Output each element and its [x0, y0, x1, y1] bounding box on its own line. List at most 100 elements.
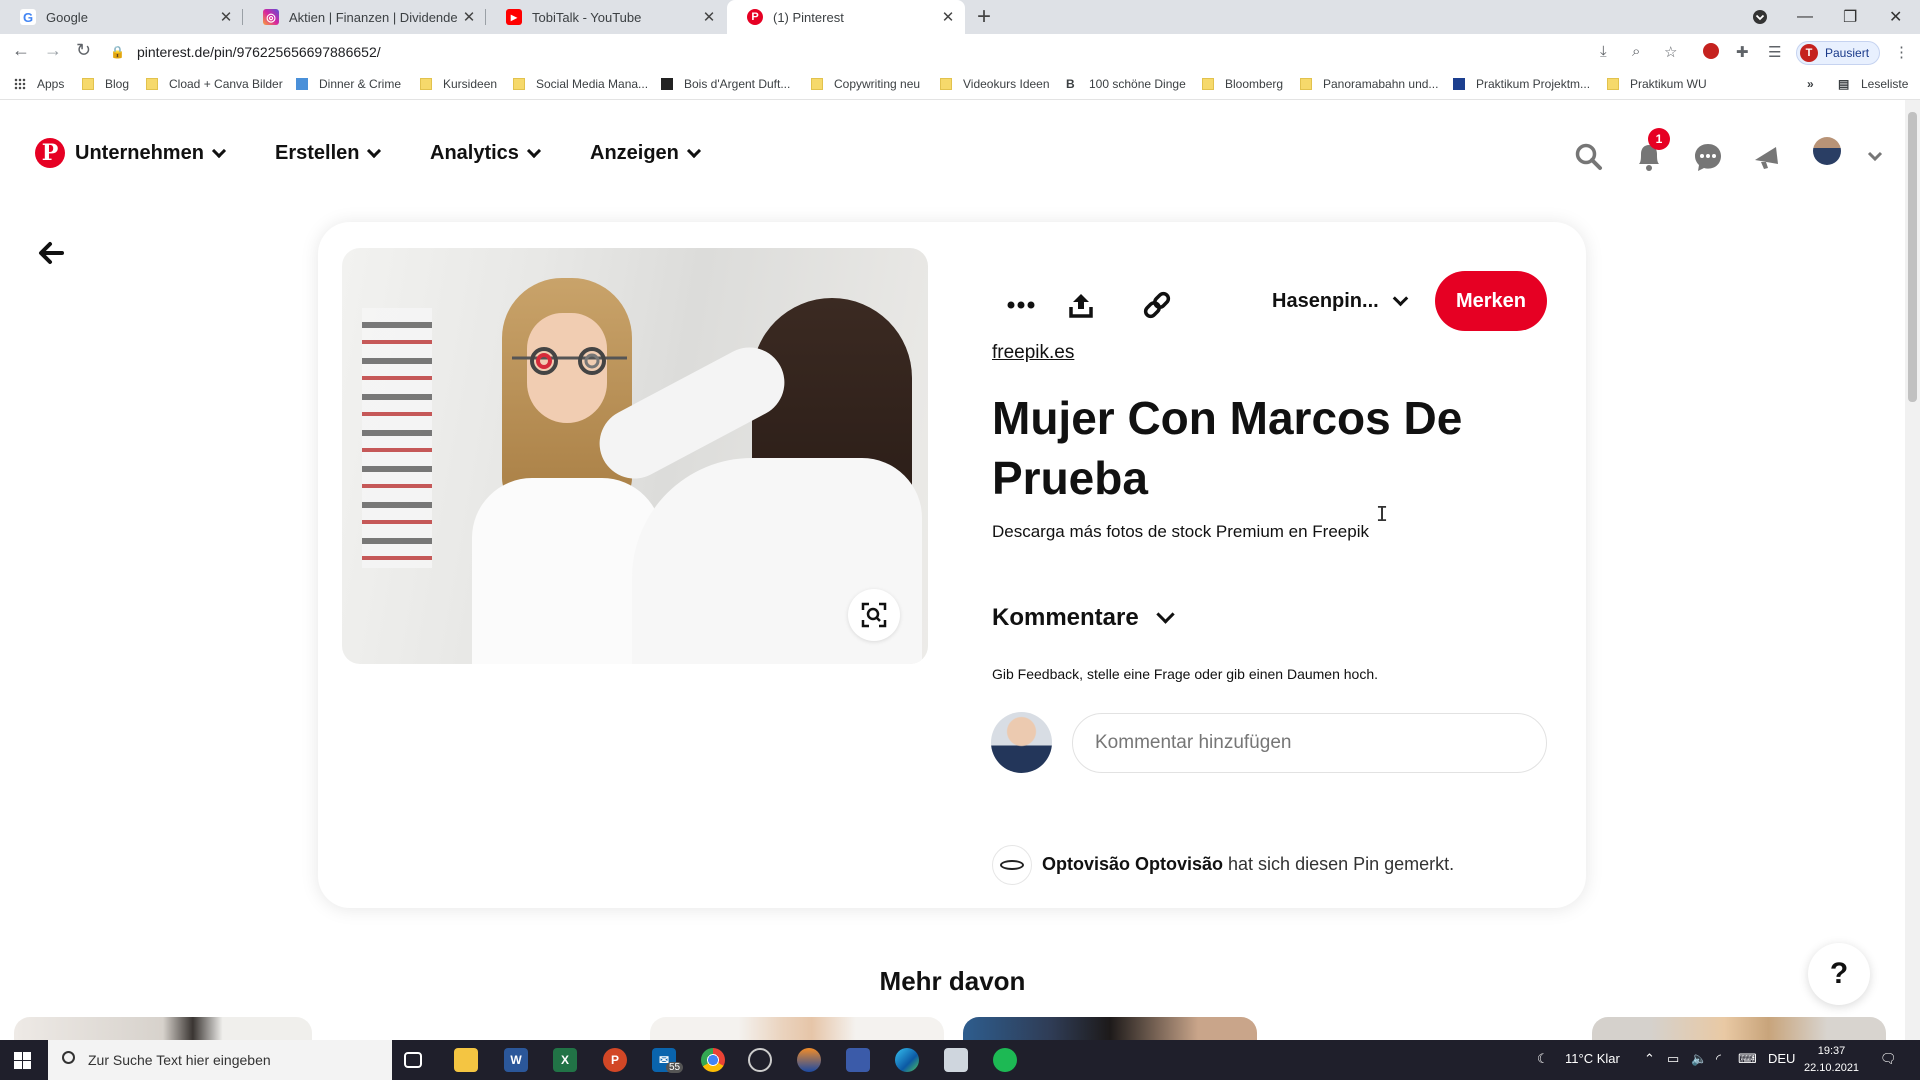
- saver-name[interactable]: Optovisão Optovisão: [1042, 854, 1223, 874]
- task-view-icon[interactable]: [404, 1052, 422, 1068]
- windows-start-icon[interactable]: [14, 1052, 31, 1074]
- bookmark-100-dinge[interactable]: B 100 schöne Dinge: [1066, 77, 1186, 91]
- board-name: Hasenpin...: [1272, 290, 1379, 312]
- share-button[interactable]: [1061, 285, 1101, 325]
- copy-link-button[interactable]: [1137, 285, 1177, 325]
- help-button[interactable]: ?: [1808, 943, 1870, 1005]
- reload-icon[interactable]: ↻: [76, 40, 91, 61]
- scrollbar-thumb[interactable]: [1908, 112, 1917, 402]
- firefox-icon[interactable]: [797, 1048, 821, 1072]
- back-nav-icon[interactable]: ←: [12, 40, 30, 61]
- reading-list-icon[interactable]: ☰: [1768, 43, 1781, 61]
- taskbar-clock[interactable]: 19:37 22.10.2021: [1804, 1043, 1859, 1077]
- bookmark-bois-dargent[interactable]: Bois d'Argent Duft...: [661, 77, 790, 91]
- extensions-puzzle-icon[interactable]: ✚: [1736, 43, 1749, 61]
- notification-center-icon[interactable]: 🗨: [1880, 1051, 1897, 1067]
- profile-button[interactable]: T Pausiert: [1796, 41, 1881, 65]
- bookmark-apps[interactable]: Apps: [14, 77, 64, 91]
- related-pin-thumb[interactable]: [650, 1017, 944, 1041]
- source-link[interactable]: freepik.es: [992, 342, 1074, 364]
- edge-icon[interactable]: [895, 1048, 919, 1072]
- close-tab-icon[interactable]: ✕: [458, 8, 480, 26]
- tab-youtube[interactable]: ▶ TobiTalk - YouTube ✕: [486, 0, 726, 34]
- tray-chevron-up-icon[interactable]: ⌃: [1644, 1051, 1655, 1067]
- url-text[interactable]: pinterest.de/pin/976225656697886652/: [137, 44, 381, 60]
- tab-pinterest[interactable]: P (1) Pinterest ✕: [727, 0, 965, 34]
- tab-search-button[interactable]: [1752, 0, 1768, 34]
- file-explorer-icon[interactable]: [454, 1048, 478, 1072]
- user-avatar[interactable]: [1813, 137, 1841, 165]
- bookmark-social-media[interactable]: Social Media Mana...: [513, 77, 648, 91]
- nav-erstellen[interactable]: Erstellen: [275, 142, 382, 165]
- comment-input[interactable]: [1072, 713, 1547, 773]
- nav-anzeigen[interactable]: Anzeigen: [590, 142, 701, 165]
- back-arrow-icon[interactable]: [36, 238, 66, 268]
- close-tab-icon[interactable]: ✕: [215, 8, 237, 26]
- word-icon[interactable]: W: [504, 1048, 528, 1072]
- input-language[interactable]: DEU: [1768, 1051, 1795, 1066]
- volume-icon[interactable]: 🔈: [1691, 1051, 1707, 1067]
- close-window-button[interactable]: ✕: [1889, 0, 1902, 34]
- chrome-icon[interactable]: [701, 1048, 725, 1072]
- bookmark-kursideen[interactable]: Kursideen: [420, 77, 497, 91]
- comments-toggle[interactable]: Kommentare: [992, 604, 1175, 632]
- announcements-megaphone-icon[interactable]: [1750, 140, 1784, 174]
- zoom-icon[interactable]: ⌕: [1632, 43, 1640, 60]
- bookmark-praktikum-projekt[interactable]: Praktikum Projektm...: [1453, 77, 1590, 91]
- forward-nav-icon[interactable]: →: [44, 40, 62, 61]
- bookmark-videokurs[interactable]: Videokurs Ideen: [940, 77, 1050, 91]
- powerpoint-icon[interactable]: P: [603, 1048, 627, 1072]
- weather-text[interactable]: 11°C Klar: [1565, 1051, 1620, 1066]
- close-tab-icon[interactable]: ✕: [698, 8, 720, 26]
- commenter-avatar[interactable]: [991, 712, 1052, 773]
- search-icon[interactable]: [1572, 140, 1606, 174]
- board-selector[interactable]: Hasenpin...: [1272, 290, 1408, 313]
- wifi-icon[interactable]: ◜: [1716, 1051, 1721, 1067]
- close-tab-icon[interactable]: ✕: [937, 8, 959, 26]
- visual-search-lens-button[interactable]: [848, 589, 900, 641]
- folder-icon: [1607, 78, 1619, 90]
- spotify-icon[interactable]: [993, 1048, 1017, 1072]
- messages-icon[interactable]: [1691, 140, 1725, 174]
- chrome-menu-icon[interactable]: ⋮: [1894, 43, 1909, 61]
- extension-adblock-icon[interactable]: [1703, 43, 1719, 59]
- bookmark-cload-canva[interactable]: Cload + Canva Bilder: [146, 77, 283, 91]
- account-chevron-down-icon[interactable]: [1858, 140, 1892, 174]
- obs-icon[interactable]: [748, 1048, 772, 1072]
- new-tab-button[interactable]: +: [977, 4, 991, 30]
- weather-moon-icon[interactable]: ☾: [1537, 1051, 1549, 1067]
- pinterest-icon: P: [747, 9, 763, 25]
- install-app-icon[interactable]: ⤓: [1600, 43, 1607, 60]
- minimize-button[interactable]: —: [1797, 0, 1813, 34]
- keyboard-icon[interactable]: ⌨: [1738, 1051, 1757, 1067]
- bookmark-blog[interactable]: Blog: [82, 77, 129, 91]
- save-pin-button[interactable]: Merken: [1435, 271, 1547, 331]
- restore-button[interactable]: ❐: [1843, 0, 1857, 34]
- related-pin-thumb[interactable]: [963, 1017, 1257, 1041]
- tab-instagram[interactable]: ◎ Aktien | Finanzen | Dividende (@ ✕: [243, 0, 486, 34]
- page-scrollbar[interactable]: [1905, 100, 1920, 1040]
- bookmark-dinner-crime[interactable]: Dinner & Crime: [296, 77, 401, 91]
- nav-analytics[interactable]: Analytics: [430, 142, 542, 165]
- device-icon[interactable]: ▭: [1667, 1051, 1679, 1067]
- bookmark-panoramabahn[interactable]: Panoramabahn und...: [1300, 77, 1438, 91]
- tab-google[interactable]: G Google ✕: [0, 0, 243, 34]
- bookmark-praktikum-wu[interactable]: Praktikum WU: [1607, 77, 1707, 91]
- nav-unternehmen[interactable]: Unternehmen: [75, 142, 226, 165]
- calculator-icon[interactable]: [944, 1048, 968, 1072]
- taskbar-search-input[interactable]: Zur Suche Text hier eingeben: [48, 1040, 392, 1080]
- bookmark-copywriting[interactable]: Copywriting neu: [811, 77, 920, 91]
- bookmark-star-icon[interactable]: ☆: [1664, 43, 1677, 61]
- saver-avatar[interactable]: [992, 845, 1032, 885]
- pin-image[interactable]: [342, 248, 928, 664]
- bookmarks-overflow-button[interactable]: »: [1807, 77, 1814, 91]
- pinterest-logo-icon[interactable]: P: [35, 138, 65, 168]
- more-options-button[interactable]: [1001, 285, 1041, 325]
- related-pin-thumb[interactable]: [1592, 1017, 1886, 1041]
- related-pin-thumb[interactable]: [14, 1017, 312, 1041]
- reading-list-button[interactable]: ▤ Leseliste: [1838, 77, 1908, 91]
- bookmark-bloomberg[interactable]: Bloomberg: [1202, 77, 1283, 91]
- app-icon[interactable]: [846, 1048, 870, 1072]
- excel-icon[interactable]: X: [553, 1048, 577, 1072]
- profile-status: Pausiert: [1825, 46, 1870, 60]
